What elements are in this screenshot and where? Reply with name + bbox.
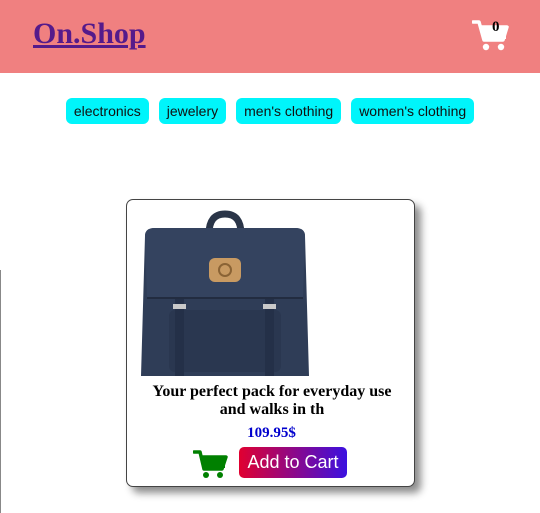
product-price: 109.95$ bbox=[247, 425, 296, 441]
category-electronics[interactable]: electronics bbox=[65, 98, 149, 124]
category-filter-bar: electronics jewelery men's clothing wome… bbox=[0, 98, 540, 124]
top-header: On.Shop 0 bbox=[0, 0, 540, 73]
brand-logo-link[interactable]: On.Shop bbox=[33, 17, 146, 51]
backpack-image[interactable] bbox=[139, 206, 311, 378]
shopping-cart-icon[interactable] bbox=[193, 448, 229, 480]
add-to-cart-button[interactable]: Add to Cart bbox=[239, 447, 347, 478]
category-jewelery[interactable]: jewelery bbox=[158, 98, 227, 124]
product-title: Your perfect pack for everyday use and w… bbox=[152, 383, 392, 418]
category-mens-clothing[interactable]: men's clothing bbox=[236, 98, 342, 124]
product-card: Your perfect pack for everyday use and w… bbox=[126, 199, 415, 487]
header-cart-button[interactable]: 0 bbox=[471, 18, 510, 52]
shopping-cart-icon bbox=[471, 20, 509, 51]
left-edge-divider bbox=[0, 270, 1, 513]
category-womens-clothing[interactable]: women's clothing bbox=[351, 98, 475, 124]
cart-count-badge: 0 bbox=[492, 19, 500, 35]
